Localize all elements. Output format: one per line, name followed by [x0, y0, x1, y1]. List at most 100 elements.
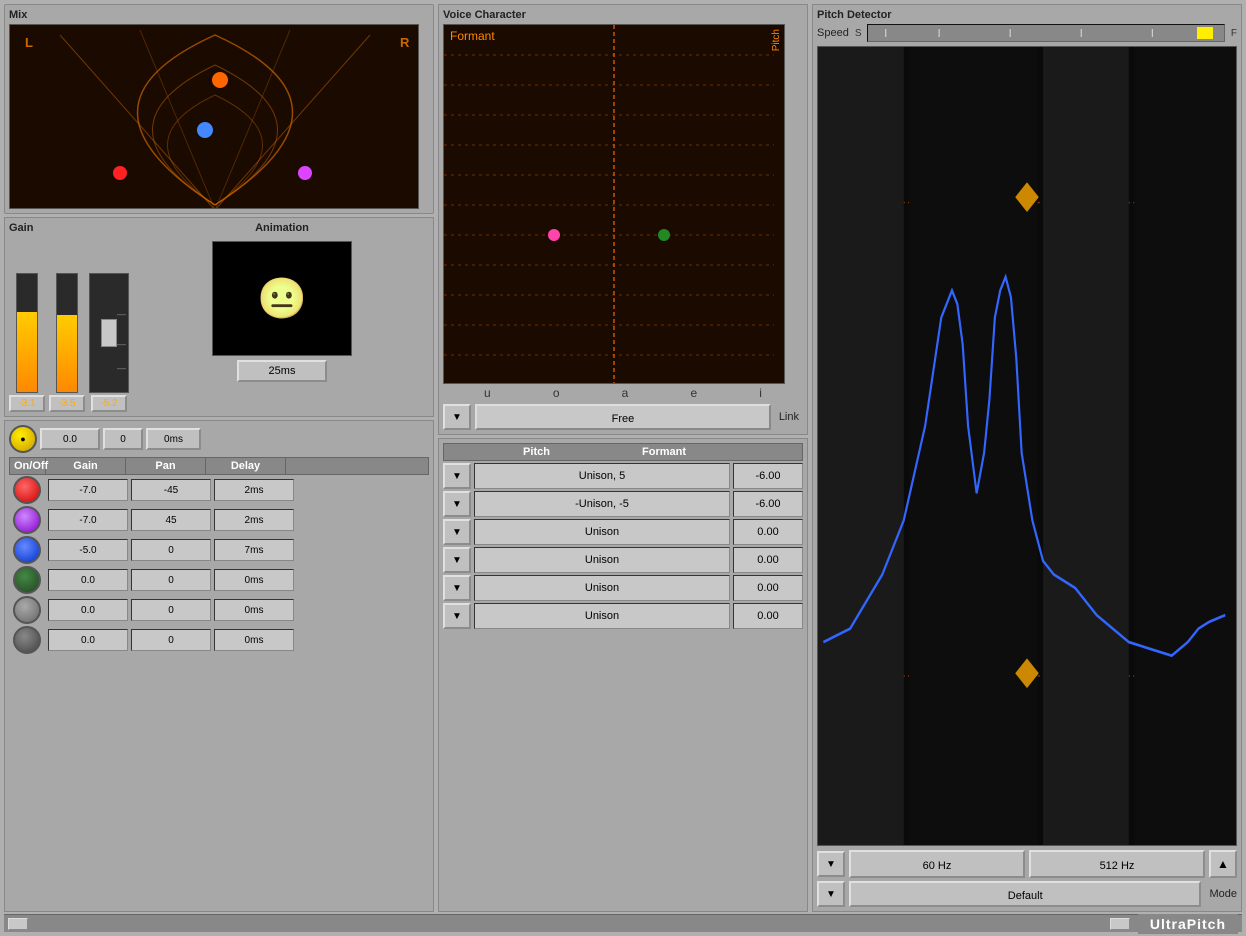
pf4-pitch[interactable] — [474, 547, 730, 573]
voice2-gain[interactable] — [48, 509, 128, 531]
hz-low-btn[interactable]: 60 Hz — [849, 850, 1025, 878]
pf3-pitch[interactable] — [474, 519, 730, 545]
voice6-toggle[interactable] — [9, 626, 45, 654]
voice1-delay[interactable] — [214, 479, 294, 501]
voice-table-section: ● On/Off Gain Pan Delay — [4, 420, 434, 912]
voice6-btn[interactable] — [13, 626, 41, 654]
voice-char-label: Voice Character — [443, 9, 803, 21]
fader1[interactable] — [16, 273, 38, 393]
voice4-gain[interactable] — [48, 569, 128, 591]
pf-header: Pitch Formant — [443, 443, 803, 461]
speed-ticks — [868, 24, 1223, 42]
voice3-toggle[interactable] — [9, 536, 45, 564]
left-panel: Mix L R — [4, 4, 434, 912]
voice6-gain[interactable] — [48, 629, 128, 651]
voice1-btn[interactable] — [13, 476, 41, 504]
hz-row: ▼ 60 Hz 512 Hz ▲ — [817, 850, 1237, 878]
delay-button[interactable]: 25ms — [237, 360, 327, 382]
voice2-pan[interactable] — [131, 509, 211, 531]
voice-row-4 — [9, 566, 429, 594]
pf3-dropdown[interactable]: ▼ — [443, 519, 471, 545]
app-name: UltraPitch — [1138, 914, 1238, 934]
pf2-formant[interactable] — [733, 491, 803, 517]
pf1-dropdown[interactable]: ▼ — [443, 463, 471, 489]
voice5-delay[interactable] — [214, 599, 294, 621]
animation-display: 😐 — [212, 241, 352, 356]
hz-high-btn[interactable]: 512 Hz — [1029, 850, 1205, 878]
hz-up-btn[interactable]: ▲ — [1209, 850, 1237, 878]
voice5-btn[interactable] — [13, 596, 41, 624]
fader3-value[interactable]: -5.2 — [91, 395, 127, 412]
voice6-pan[interactable] — [131, 629, 211, 651]
default-btn[interactable]: Default — [849, 881, 1201, 907]
fader1-container: -3.1 — [9, 273, 45, 412]
voice2-toggle[interactable] — [9, 506, 45, 534]
pf6-pitch[interactable] — [474, 603, 730, 629]
voice4-delay[interactable] — [214, 569, 294, 591]
voice4-toggle[interactable] — [9, 566, 45, 594]
pf6-dropdown[interactable]: ▼ — [443, 603, 471, 629]
pf6-formant[interactable] — [733, 603, 803, 629]
voice4-pan[interactable] — [131, 569, 211, 591]
voice5-toggle[interactable] — [9, 596, 45, 624]
pf5-formant[interactable] — [733, 575, 803, 601]
fader2-container: -3.5 — [49, 273, 85, 412]
vowel-o: o — [553, 386, 560, 400]
fader2[interactable] — [56, 273, 78, 393]
voice1-pan[interactable] — [131, 479, 211, 501]
vc-dropdown-btn[interactable]: ▼ — [443, 404, 471, 430]
speed-label: Speed — [817, 27, 849, 39]
master-gain-input[interactable] — [40, 428, 100, 450]
gain-faders: -3.1 -3.5 — — [9, 237, 129, 412]
pf5-dropdown[interactable]: ▼ — [443, 575, 471, 601]
voice1-toggle[interactable] — [9, 476, 45, 504]
fader1-value[interactable]: -3.1 — [9, 395, 45, 412]
scroll-thumb-left[interactable] — [8, 918, 28, 930]
pf3-formant[interactable] — [733, 519, 803, 545]
svg-text:L: L — [25, 35, 33, 50]
pf4-dropdown[interactable]: ▼ — [443, 547, 471, 573]
pf1-formant[interactable] — [733, 463, 803, 489]
pf5-pitch[interactable] — [474, 575, 730, 601]
master-pan-input[interactable] — [103, 428, 143, 450]
middle-panel: Voice Character Formant Pitch — [438, 4, 808, 912]
voice-row-5 — [9, 596, 429, 624]
voice-char-section: Voice Character Formant Pitch — [438, 4, 808, 435]
pitch-detector-section: Pitch Detector Speed S — [812, 4, 1242, 912]
scroll-area: UltraPitch — [4, 914, 1242, 932]
fader2-value[interactable]: -3.5 — [49, 395, 85, 412]
voice3-delay[interactable] — [214, 539, 294, 561]
voice3-btn[interactable] — [13, 536, 41, 564]
voice3-gain[interactable] — [48, 539, 128, 561]
master-toggle-btn[interactable]: ● — [9, 425, 37, 453]
voice6-delay[interactable] — [214, 629, 294, 651]
voice4-btn[interactable] — [13, 566, 41, 594]
voice-table-header: On/Off Gain Pan Delay — [9, 457, 429, 475]
pf2-pitch[interactable] — [474, 491, 730, 517]
vc-mode-btn[interactable]: Free — [475, 404, 771, 430]
voice5-pan[interactable] — [131, 599, 211, 621]
voice5-gain[interactable] — [48, 599, 128, 621]
svg-text:R: R — [400, 35, 410, 50]
master-delay-input[interactable] — [146, 428, 201, 450]
pf1-pitch[interactable] — [474, 463, 730, 489]
voice-controls-row: ● — [9, 425, 429, 453]
scroll-thumb-right[interactable] — [1110, 918, 1130, 930]
fader3-thumb[interactable] — [101, 319, 117, 347]
fader3-container: — — — -5.2 — [89, 273, 129, 412]
hz-dropdown-btn[interactable]: ▼ — [817, 851, 845, 877]
voice3-pan[interactable] — [131, 539, 211, 561]
gain-section: Gain -3.1 — [9, 222, 129, 412]
voice2-btn[interactable] — [13, 506, 41, 534]
voice1-gain[interactable] — [48, 479, 128, 501]
speed-slider[interactable] — [867, 24, 1224, 42]
pf2-dropdown[interactable]: ▼ — [443, 491, 471, 517]
voice2-delay[interactable] — [214, 509, 294, 531]
speed-thumb[interactable] — [1196, 26, 1214, 40]
mode-dropdown-btn[interactable]: ▼ — [817, 881, 845, 907]
mode-text: Mode — [1205, 888, 1237, 900]
fader3[interactable]: — — — — [89, 273, 129, 393]
formant-grid — [444, 25, 785, 384]
pf4-formant[interactable] — [733, 547, 803, 573]
mode-section: ▼ Default Mode — [817, 881, 1237, 907]
